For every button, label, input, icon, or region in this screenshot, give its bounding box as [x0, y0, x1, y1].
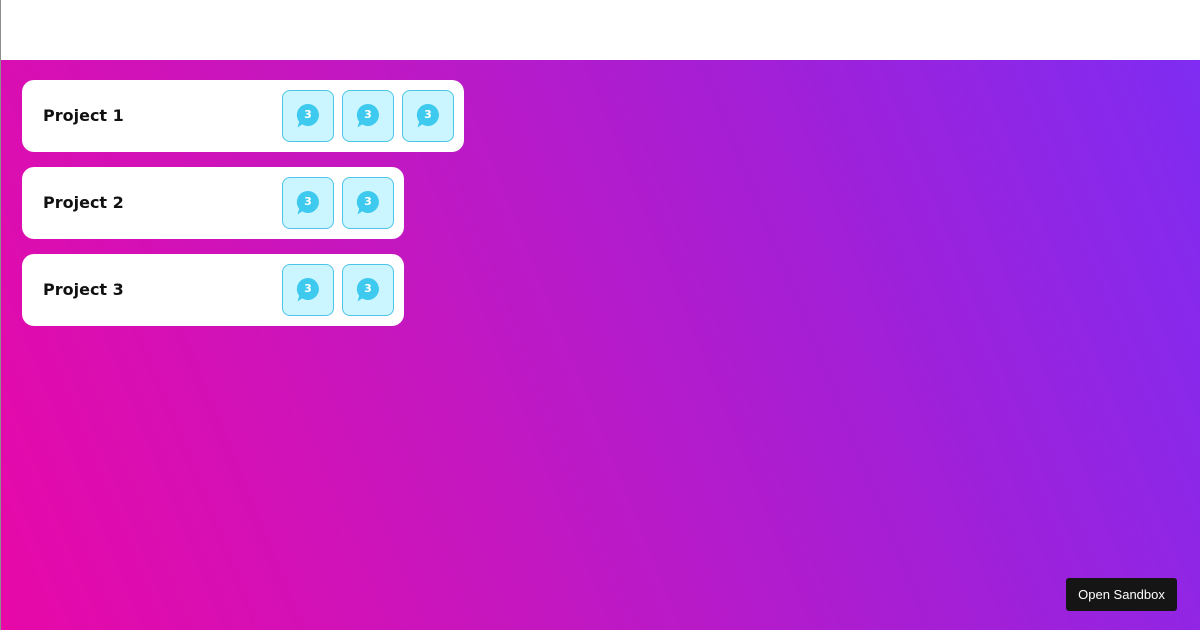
project-badges: 3 3 [282, 177, 394, 229]
top-bar [1, 0, 1200, 60]
chat-bubble-icon: 3 [296, 277, 320, 303]
project-card: Project 2 3 3 [22, 167, 404, 239]
chat-badge[interactable]: 3 [342, 177, 394, 229]
chat-bubble-icon: 3 [356, 190, 380, 216]
chat-bubble-icon: 3 [416, 103, 440, 129]
project-card: Project 3 3 3 [22, 254, 404, 326]
chat-badge[interactable]: 3 [402, 90, 454, 142]
chat-badge[interactable]: 3 [282, 90, 334, 142]
project-title: Project 2 [43, 193, 124, 212]
badge-count: 3 [304, 282, 312, 295]
chat-badge[interactable]: 3 [282, 264, 334, 316]
badge-count: 3 [364, 195, 372, 208]
badge-count: 3 [304, 108, 312, 121]
chat-badge[interactable]: 3 [342, 90, 394, 142]
chat-badge[interactable]: 3 [282, 177, 334, 229]
chat-bubble-icon: 3 [356, 103, 380, 129]
open-sandbox-button[interactable]: Open Sandbox [1066, 578, 1177, 611]
chat-bubble-icon: 3 [356, 277, 380, 303]
project-title: Project 3 [43, 280, 124, 299]
project-title: Project 1 [43, 106, 124, 125]
badge-count: 3 [424, 108, 432, 121]
chat-badge[interactable]: 3 [342, 264, 394, 316]
chat-bubble-icon: 3 [296, 190, 320, 216]
badge-count: 3 [364, 108, 372, 121]
badge-count: 3 [364, 282, 372, 295]
badge-count: 3 [304, 195, 312, 208]
project-card: Project 1 3 3 3 [22, 80, 464, 152]
chat-bubble-icon: 3 [296, 103, 320, 129]
project-badges: 3 3 [282, 264, 394, 316]
project-badges: 3 3 3 [282, 90, 454, 142]
project-board: Project 1 3 3 3 Project 2 3 3 Project 3 … [1, 60, 1200, 630]
